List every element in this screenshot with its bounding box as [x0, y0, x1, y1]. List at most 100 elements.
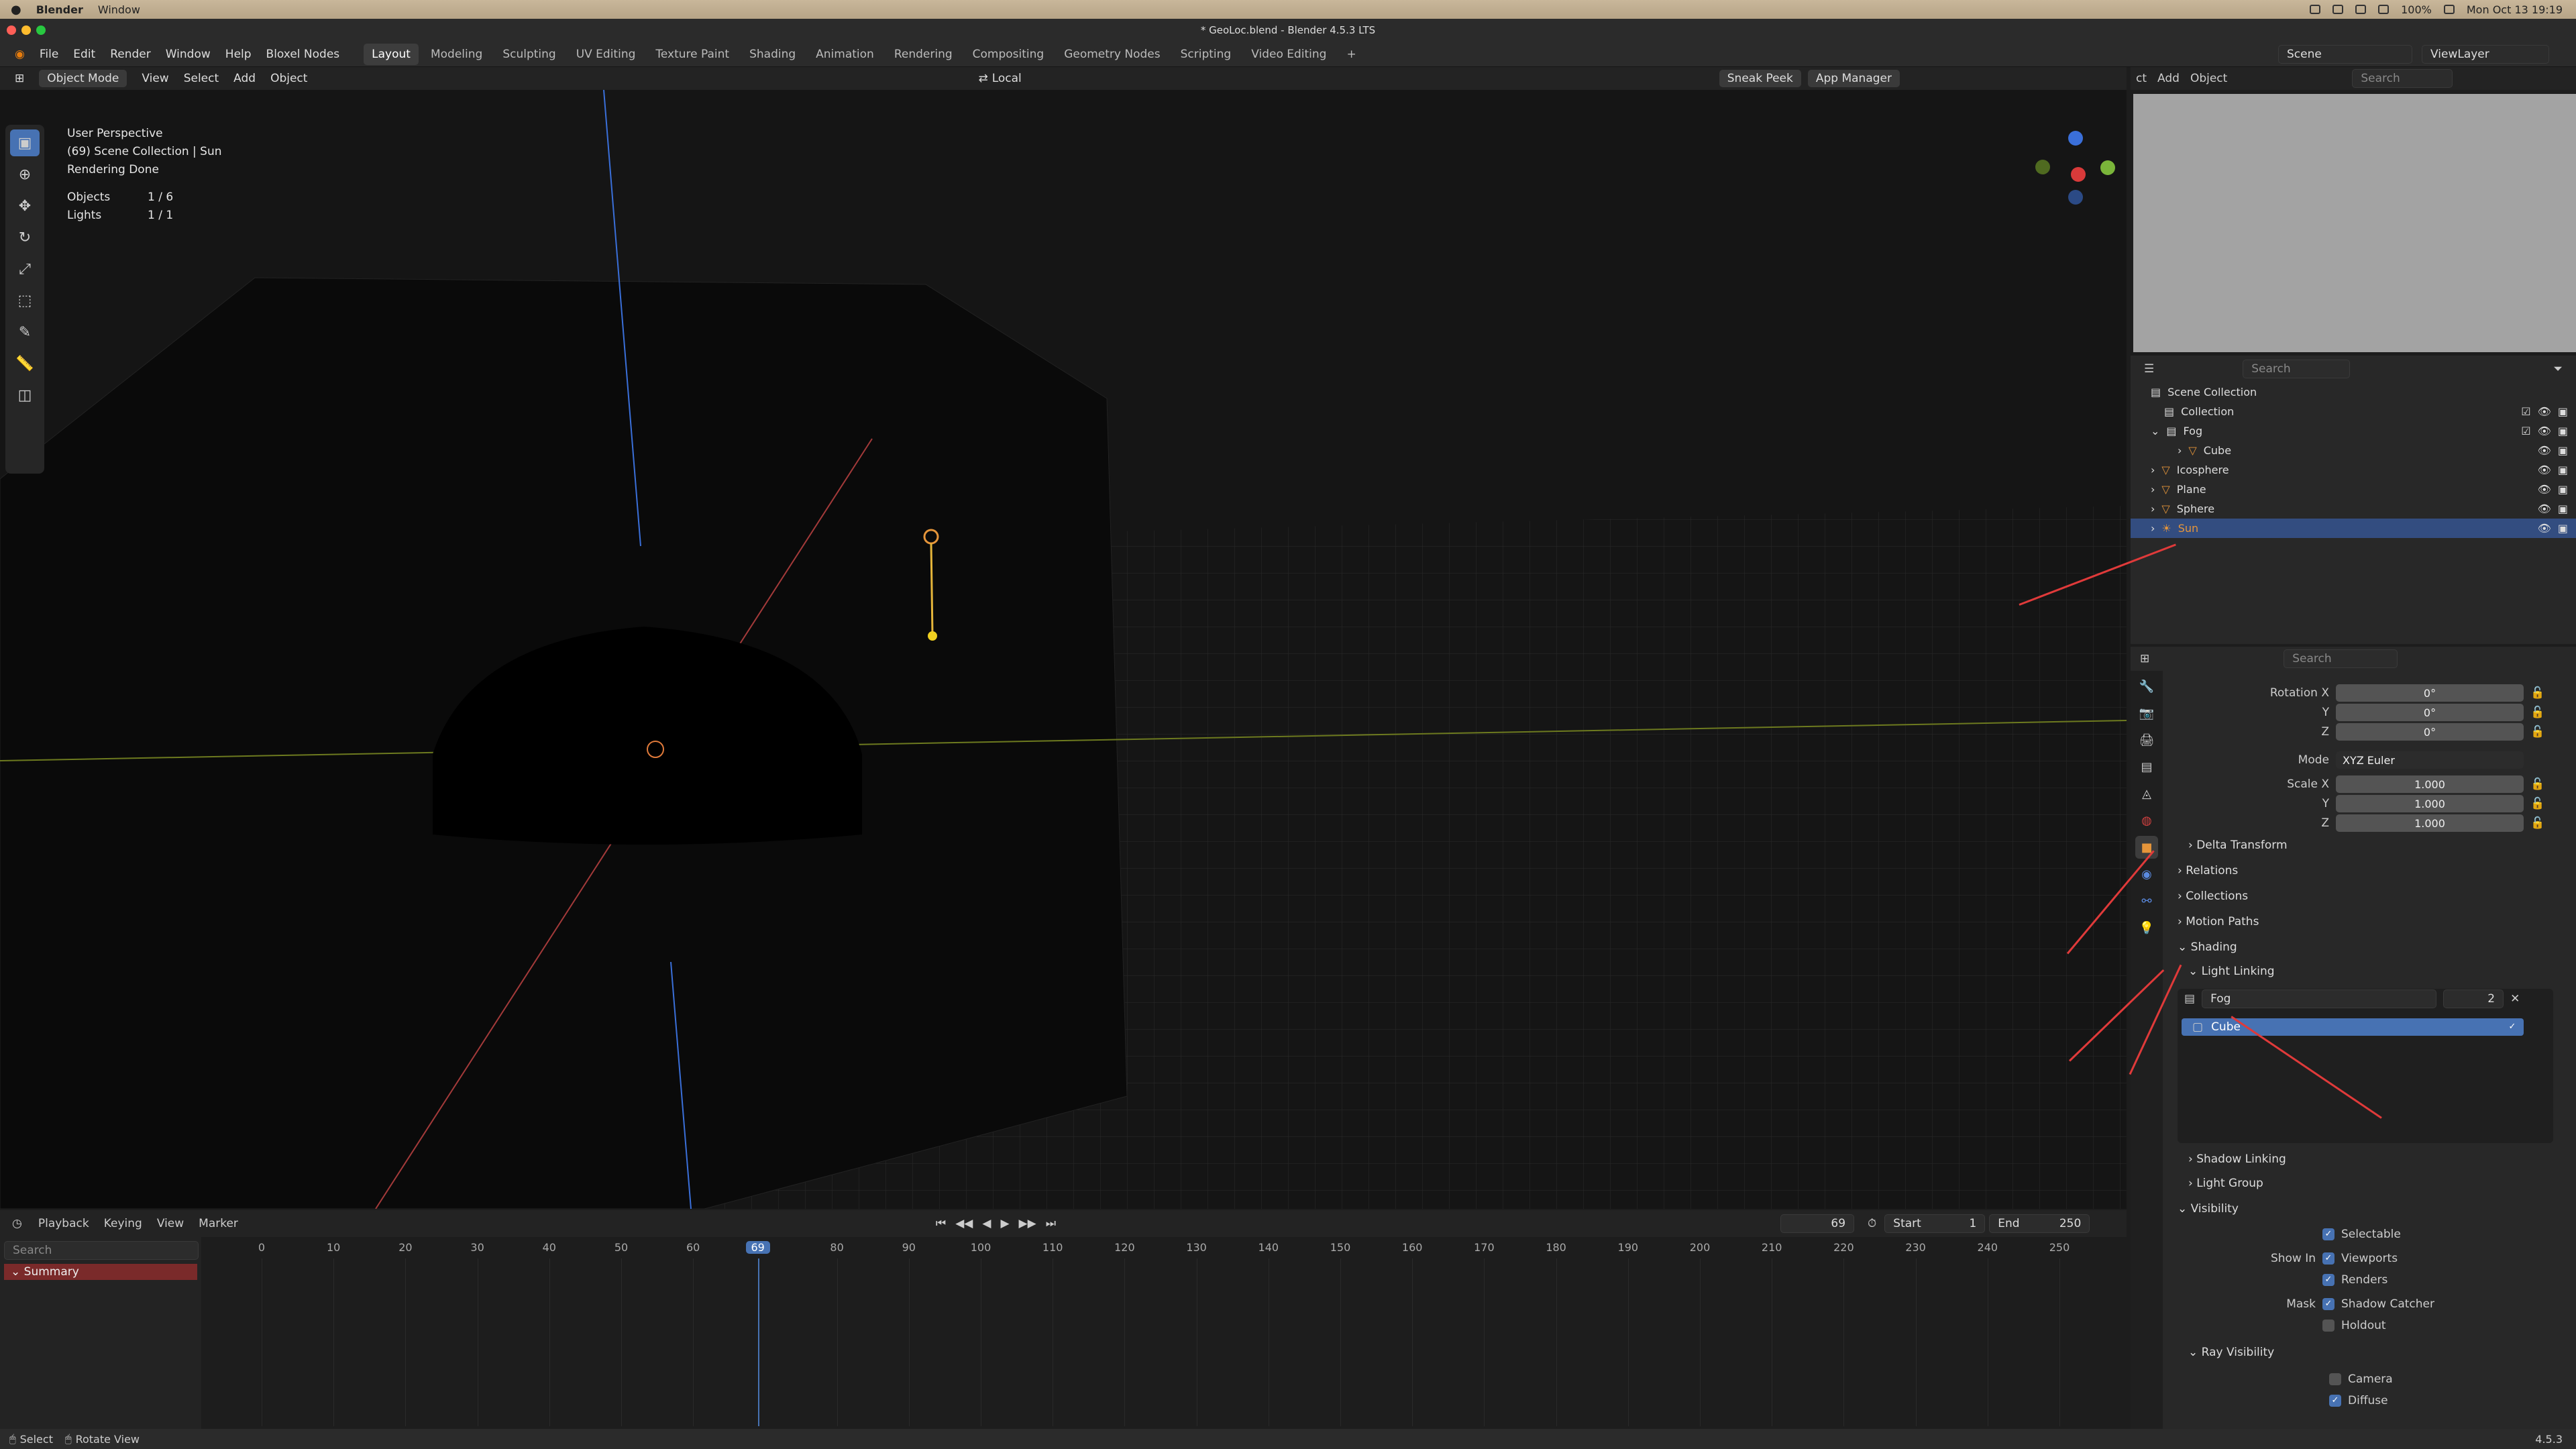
outliner-item-icosphere[interactable]: › ▽ Icosphere 👁 ▣: [2131, 460, 2576, 480]
blender-logo-icon[interactable]: ◉: [15, 48, 25, 61]
status-icon[interactable]: [2355, 5, 2367, 14]
rotation-y-field[interactable]: 0°: [2336, 704, 2524, 721]
menu-object[interactable]: Object: [270, 72, 307, 85]
collection-icon[interactable]: ▤: [2184, 992, 2195, 1006]
chevron-right-icon[interactable]: ›: [2151, 502, 2155, 515]
panel-motion-paths[interactable]: › Motion Paths: [2178, 915, 2259, 928]
tab-video-editing[interactable]: Video Editing: [1243, 44, 1334, 65]
preview-menu-object[interactable]: Object: [2190, 72, 2227, 85]
scene-selector[interactable]: Scene: [2278, 44, 2412, 64]
preview-menu-add[interactable]: Add: [2157, 72, 2180, 85]
viewports-checkbox[interactable]: ✓: [2322, 1252, 2334, 1265]
object-tab-icon[interactable]: ■: [2135, 836, 2158, 859]
shadow-catcher-checkbox[interactable]: ✓: [2322, 1298, 2334, 1310]
transform-orientation-icon[interactable]: ⇄: [978, 72, 987, 85]
play-icon[interactable]: ▶: [1000, 1217, 1009, 1230]
window-menu[interactable]: Window: [98, 3, 140, 16]
eye-icon[interactable]: 👁: [2538, 444, 2551, 457]
menu-view[interactable]: View: [142, 72, 168, 85]
zoom-window-icon[interactable]: [36, 25, 46, 35]
outliner-item-cube[interactable]: › ▽ Cube 👁 ▣: [2131, 441, 2576, 460]
timeline[interactable]: Search ⌄ Summary 0 10 20 30 40 50 60 69 80 90 100 1…: [0, 1237, 2127, 1432]
exclude-checkbox[interactable]: ☑: [2521, 405, 2530, 418]
tab-animation[interactable]: Animation: [808, 44, 882, 65]
rotation-x-field[interactable]: 0°: [2336, 684, 2524, 702]
transform-icon[interactable]: ⬚: [10, 287, 40, 314]
camera-icon[interactable]: ▣: [2558, 444, 2568, 457]
panel-ray-visibility[interactable]: ⌄ Ray Visibility: [2188, 1346, 2274, 1359]
light-linking-checkbox[interactable]: ✓: [2506, 1021, 2518, 1033]
end-frame-field[interactable]: End 250: [1989, 1214, 2090, 1233]
sneak-peek-button[interactable]: Sneak Peek: [1719, 70, 1801, 87]
current-frame-marker[interactable]: 69: [745, 1241, 770, 1254]
chevron-down-icon[interactable]: ⌄: [2151, 425, 2159, 437]
lock-icon[interactable]: 🔓: [2530, 777, 2544, 791]
play-reverse-icon[interactable]: ◀: [982, 1217, 991, 1230]
menubar-clock[interactable]: Mon Oct 13 19:19: [2467, 3, 2563, 16]
outliner-item-plane[interactable]: › ▽ Plane 👁 ▣: [2131, 480, 2576, 499]
timeline-search-input[interactable]: Search: [4, 1241, 199, 1260]
gizmo-z-icon[interactable]: [2068, 131, 2083, 146]
mode-selector[interactable]: Object Mode: [39, 70, 127, 87]
lock-icon[interactable]: 🔓: [2530, 686, 2544, 700]
chevron-right-icon[interactable]: ›: [2151, 483, 2155, 496]
tab-rendering[interactable]: Rendering: [886, 44, 961, 65]
tab-sculpting[interactable]: Sculpting: [494, 44, 564, 65]
camera-icon[interactable]: ▣: [2558, 483, 2568, 496]
world-tab-icon[interactable]: ◍: [2135, 809, 2158, 832]
menu-edit[interactable]: Edit: [73, 48, 95, 61]
viewlayer-selector[interactable]: ViewLayer: [2422, 44, 2549, 64]
outliner-item-fog[interactable]: ⌄ ▤ Fog ☑ 👁 ▣: [2131, 421, 2576, 441]
gizmo-y-icon[interactable]: [2100, 160, 2115, 175]
panel-collections[interactable]: › Collections: [2178, 890, 2248, 903]
rotate-icon[interactable]: ↻: [10, 224, 40, 251]
menu-playback[interactable]: Playback: [38, 1217, 89, 1230]
scale-z-field[interactable]: 1.000: [2336, 814, 2524, 832]
outliner-item-collection[interactable]: ▤ Collection ☑ 👁 ▣: [2131, 402, 2576, 421]
editor-type-icon[interactable]: ⊞: [15, 72, 24, 85]
menu-keying[interactable]: Keying: [104, 1217, 142, 1230]
close-window-icon[interactable]: [7, 25, 16, 35]
light-linking-users[interactable]: 2: [2443, 989, 2504, 1008]
measure-icon[interactable]: 📏: [10, 350, 40, 377]
app-menu[interactable]: Blender: [36, 3, 83, 16]
light-linking-collection-field[interactable]: Fog: [2202, 989, 2437, 1008]
outliner-scene-collection[interactable]: ▤ Scene Collection: [2131, 382, 2576, 402]
menu-marker[interactable]: Marker: [199, 1217, 238, 1230]
properties-editor-icon[interactable]: ⊞: [2140, 652, 2149, 665]
camera-icon[interactable]: ▣: [2558, 464, 2568, 476]
eye-icon[interactable]: 👁: [2538, 464, 2551, 476]
eye-icon[interactable]: 👁: [2538, 405, 2551, 418]
outliner-item-sun[interactable]: › ☀ Sun 👁 ▣: [2131, 519, 2576, 538]
panel-shading[interactable]: ⌄ Shading: [2178, 941, 2237, 954]
lock-icon[interactable]: 🔓: [2530, 725, 2544, 739]
menu-timeline-view[interactable]: View: [157, 1217, 184, 1230]
selectable-checkbox[interactable]: ✓: [2322, 1228, 2334, 1240]
diffuse-checkbox[interactable]: ✓: [2329, 1395, 2341, 1407]
timeline-editor-icon[interactable]: ◷: [12, 1217, 22, 1230]
tab-texture-paint[interactable]: Texture Paint: [647, 44, 737, 65]
chevron-right-icon[interactable]: ›: [2178, 444, 2182, 457]
outliner-item-sphere[interactable]: › ▽ Sphere 👁 ▣: [2131, 499, 2576, 519]
light-data-tab-icon[interactable]: 💡: [2135, 916, 2158, 939]
panel-shadow-linking[interactable]: › Shadow Linking: [2188, 1152, 2286, 1166]
preview-menu-object-partial[interactable]: ct: [2136, 72, 2147, 85]
constraints-tab-icon[interactable]: ⚯: [2135, 890, 2158, 912]
exclude-checkbox[interactable]: ☑: [2521, 425, 2530, 437]
scale-icon[interactable]: ⤢: [10, 256, 40, 282]
wifi-icon[interactable]: [2378, 5, 2390, 14]
filter-icon[interactable]: ⏷: [2553, 362, 2563, 376]
properties-search-input[interactable]: Search: [2284, 649, 2398, 668]
jump-start-icon[interactable]: ⏮: [936, 1217, 946, 1230]
outliner-editor-icon[interactable]: ☰: [2144, 362, 2154, 376]
view-layer-tab-icon[interactable]: ▤: [2135, 755, 2158, 778]
lock-icon[interactable]: 🔓: [2530, 706, 2544, 719]
tab-geometry-nodes[interactable]: Geometry Nodes: [1056, 44, 1168, 65]
clock-icon[interactable]: ⏱: [1868, 1217, 1876, 1230]
tab-shading[interactable]: Shading: [741, 44, 804, 65]
jump-end-icon[interactable]: ⏭: [1046, 1217, 1056, 1230]
light-linking-item-cube[interactable]: ▢ Cube ✓: [2182, 1018, 2524, 1036]
summary-channel[interactable]: ⌄ Summary: [4, 1264, 197, 1280]
renders-checkbox[interactable]: ✓: [2322, 1274, 2334, 1286]
tab-modeling[interactable]: Modeling: [423, 44, 490, 65]
